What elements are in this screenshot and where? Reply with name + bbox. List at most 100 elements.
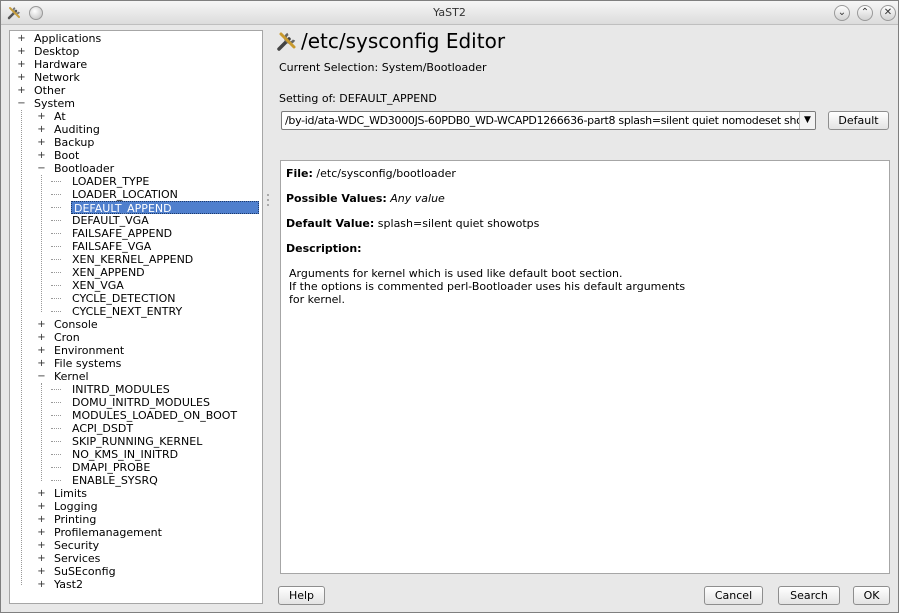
tree-item[interactable]: DEFAULT_VGA — [72, 214, 149, 227]
tree-item[interactable]: XEN_APPEND — [72, 266, 145, 279]
possible-values-label: Possible Values: — [286, 192, 387, 205]
tree-expander-icon[interactable]: + — [37, 552, 46, 565]
tree-item[interactable]: Kernel — [54, 370, 89, 383]
tree-connector — [51, 233, 61, 234]
tree-item[interactable]: DEFAULT_APPEND — [71, 201, 259, 215]
tree-expander-icon[interactable]: + — [37, 513, 46, 526]
ok-button[interactable]: OK — [853, 586, 890, 605]
help-button[interactable]: Help — [278, 586, 325, 605]
tree-item[interactable]: CYCLE_DETECTION — [72, 292, 176, 305]
tree-expander-icon[interactable]: + — [37, 110, 46, 123]
search-button[interactable]: Search — [778, 586, 840, 605]
page-title: /etc/sysconfig Editor — [301, 29, 506, 53]
tree-item[interactable]: INITRD_MODULES — [72, 383, 170, 396]
tree-expander-icon[interactable]: + — [37, 344, 46, 357]
tree-connector — [21, 110, 22, 585]
yast2-window: YaST2 ⌄ ⌃ ✕ + Applications + Desktop + Hardwa… — [0, 0, 899, 613]
tree-connector — [51, 246, 61, 247]
minimize-button[interactable]: ⌄ — [834, 5, 850, 21]
default-value: splash=silent quiet showotps — [377, 217, 540, 230]
tree-item[interactable]: FAILSAFE_VGA — [72, 240, 151, 253]
tree-expander-icon[interactable]: + — [17, 58, 26, 71]
tree-item[interactable]: System — [34, 97, 75, 110]
tree-item[interactable]: ENABLE_SYSRQ — [72, 474, 158, 487]
description-label: Description: — [286, 242, 362, 255]
tree-item[interactable]: DMAPI_PROBE — [72, 461, 150, 474]
tree-expander-icon[interactable]: − — [37, 370, 46, 383]
tree-item[interactable]: File systems — [54, 357, 121, 370]
tree-item[interactable]: Backup — [54, 136, 94, 149]
tree-expander-icon[interactable]: + — [17, 45, 26, 58]
tree-item[interactable]: Network — [34, 71, 80, 84]
default-button[interactable]: Default — [828, 111, 889, 130]
tree-item[interactable]: Services — [54, 552, 100, 565]
tree-expander-icon[interactable]: + — [37, 136, 46, 149]
tree-item[interactable]: Boot — [54, 149, 79, 162]
title-bar[interactable]: YaST2 ⌄ ⌃ ✕ — [1, 1, 898, 25]
tree-expander-icon[interactable]: + — [37, 539, 46, 552]
tree-item[interactable]: CYCLE_NEXT_ENTRY — [72, 305, 182, 318]
close-button[interactable]: ✕ — [880, 5, 896, 21]
tree-expander-icon[interactable]: + — [37, 357, 46, 370]
tree-connector — [51, 207, 61, 208]
tree-connector — [51, 415, 61, 416]
description-line: If the options is commented perl-Bootloa… — [289, 280, 686, 293]
tree-expander-icon[interactable]: + — [37, 331, 46, 344]
description-text: Arguments for kernel which is used like … — [289, 267, 685, 306]
tree-item[interactable]: Other — [34, 84, 65, 97]
tree-expander-icon[interactable]: + — [37, 578, 46, 591]
tree-expander-icon[interactable]: + — [17, 71, 26, 84]
tree-item[interactable]: Desktop — [34, 45, 79, 58]
tree-item[interactable]: Yast2 — [54, 578, 83, 591]
tree-expander-icon[interactable]: + — [37, 500, 46, 513]
tree-item[interactable]: LOADER_TYPE — [72, 175, 149, 188]
tree-expander-icon[interactable]: + — [17, 32, 26, 45]
tree-item[interactable]: SuSEconfig — [54, 565, 116, 578]
tree-connector — [51, 272, 61, 273]
tree-item[interactable]: LOADER_LOCATION — [72, 188, 178, 201]
tree-expander-icon[interactable]: + — [17, 84, 26, 97]
tree-expander-icon[interactable]: + — [37, 318, 46, 331]
tree-item[interactable]: Console — [54, 318, 98, 331]
tree-item[interactable]: DOMU_INITRD_MODULES — [72, 396, 210, 409]
tree-item[interactable]: XEN_KERNEL_APPEND — [72, 253, 193, 266]
tree-item[interactable]: Cron — [54, 331, 80, 344]
setting-value-combobox[interactable]: /by-id/ata-WDC_WD3000JS-60PDB0_WD-WCAPD1… — [281, 111, 816, 130]
file-value: /etc/sysconfig/bootloader — [316, 167, 456, 180]
tree-item[interactable]: Security — [54, 539, 99, 552]
tree-item[interactable]: MODULES_LOADED_ON_BOOT — [72, 409, 237, 422]
tree-item[interactable]: Bootloader — [54, 162, 114, 175]
tree-item[interactable]: ACPI_DSDT — [72, 422, 133, 435]
tree-expander-icon[interactable]: + — [37, 565, 46, 578]
splitter-handle[interactable] — [267, 191, 270, 451]
chevron-down-icon[interactable]: ▼ — [799, 112, 815, 129]
tree-item[interactable]: Limits — [54, 487, 87, 500]
tree-item[interactable]: Logging — [54, 500, 98, 513]
tree-item[interactable]: XEN_VGA — [72, 279, 124, 292]
tree-connector — [51, 441, 61, 442]
tree-item[interactable]: Environment — [54, 344, 124, 357]
tree-item[interactable]: Printing — [54, 513, 96, 526]
cancel-button[interactable]: Cancel — [704, 586, 763, 605]
description-line: Arguments for kernel which is used like … — [289, 267, 623, 280]
maximize-button[interactable]: ⌃ — [857, 5, 873, 21]
setting-value[interactable]: /by-id/ata-WDC_WD3000JS-60PDB0_WD-WCAPD1… — [285, 114, 815, 127]
tree-item[interactable]: Profilemanagement — [54, 526, 162, 539]
info-panel: File: /etc/sysconfig/bootloader Possible… — [280, 160, 890, 574]
tree-expander-icon[interactable]: + — [37, 487, 46, 500]
tree-expander-icon[interactable]: + — [37, 123, 46, 136]
tree-item[interactable]: At — [54, 110, 66, 123]
tree-expander-icon[interactable]: + — [37, 526, 46, 539]
tree-item[interactable]: Hardware — [34, 58, 87, 71]
tree-expander-icon[interactable]: + — [37, 149, 46, 162]
tree-item[interactable]: SKIP_RUNNING_KERNEL — [72, 435, 202, 448]
tree-expander-icon[interactable]: − — [17, 97, 26, 110]
tree-item[interactable]: NO_KMS_IN_INITRD — [72, 448, 178, 461]
tree-connector — [41, 175, 42, 312]
tree-expander-icon[interactable]: − — [37, 162, 46, 175]
tree-item[interactable]: Applications — [34, 32, 101, 45]
tree-item[interactable]: Auditing — [54, 123, 100, 136]
tree-item[interactable]: FAILSAFE_APPEND — [72, 227, 172, 240]
sysconfig-tree[interactable]: + Applications + Desktop + Hardware + Network + O… — [9, 30, 263, 604]
default-value-label: Default Value: — [286, 217, 375, 230]
